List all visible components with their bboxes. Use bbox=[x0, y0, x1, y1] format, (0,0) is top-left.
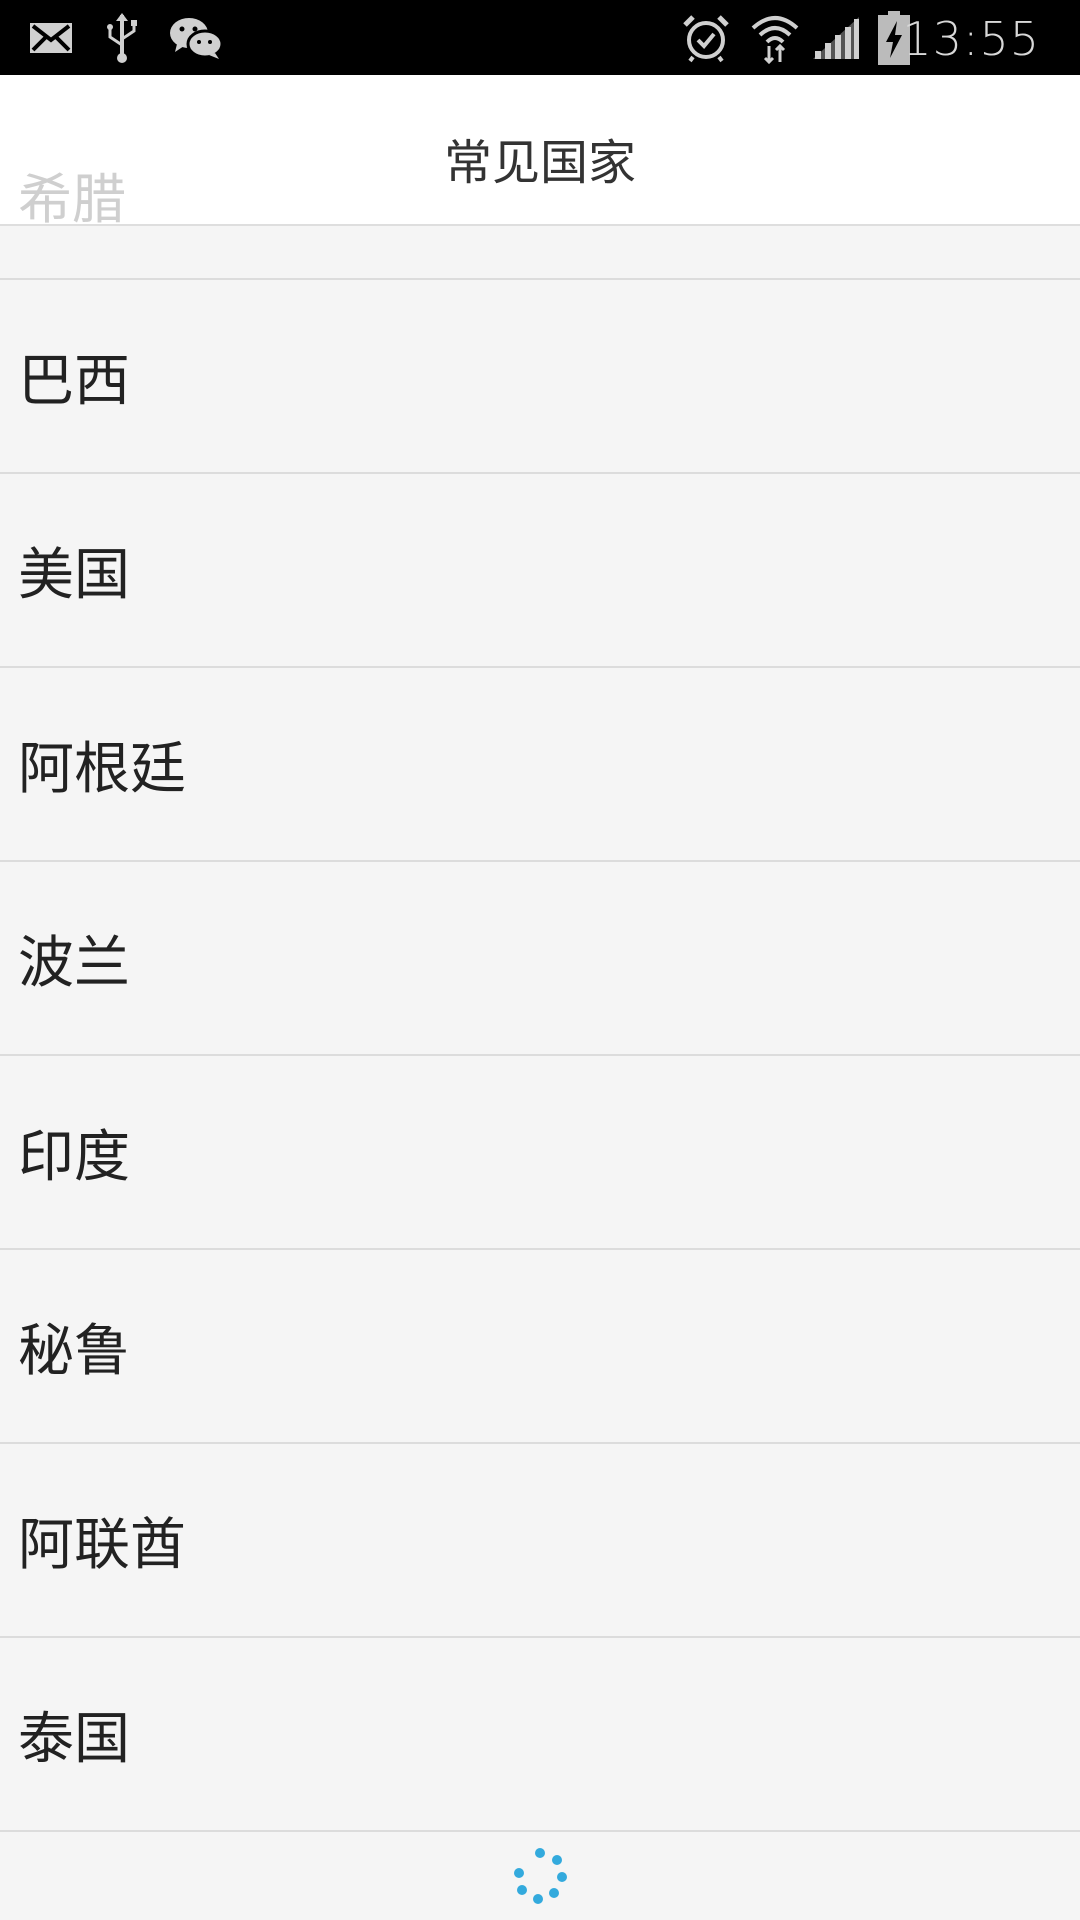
list-item-label: 波兰 bbox=[18, 930, 130, 996]
usb-icon bbox=[104, 0, 140, 75]
list-item-thailand[interactable]: 泰国 bbox=[0, 1638, 1080, 1832]
alarm-icon bbox=[680, 0, 732, 75]
list-item-label: 阿根廷 bbox=[18, 736, 186, 802]
list-spacer bbox=[0, 226, 1080, 280]
list-item-poland[interactable]: 波兰 bbox=[0, 862, 1080, 1056]
list-item-label: 印度 bbox=[18, 1124, 130, 1190]
loading-spinner-icon bbox=[510, 1846, 570, 1906]
list-item-usa[interactable]: 美国 bbox=[0, 474, 1080, 668]
list-item-peru[interactable]: 秘鲁 bbox=[0, 1250, 1080, 1444]
list-item-label: 巴西 bbox=[18, 348, 130, 414]
list-item-label: 泰国 bbox=[18, 1706, 130, 1772]
list-item-india[interactable]: 印度 bbox=[0, 1056, 1080, 1250]
footer-loading bbox=[0, 1832, 1080, 1920]
list-item-label: 美国 bbox=[18, 542, 130, 608]
faded-country-label: 希腊 bbox=[18, 168, 126, 231]
country-list: 巴西 美国 阿根廷 波兰 印度 秘鲁 阿联酋 泰国 bbox=[0, 226, 1080, 1832]
list-item-label: 秘鲁 bbox=[18, 1318, 130, 1384]
mail-icon bbox=[28, 0, 74, 75]
status-time: 13:55 bbox=[902, 12, 1040, 66]
list-item-uae[interactable]: 阿联酋 bbox=[0, 1444, 1080, 1638]
wifi-icon bbox=[748, 0, 802, 75]
list-item-brazil[interactable]: 巴西 bbox=[0, 280, 1080, 474]
header: 常见国家 希腊 bbox=[0, 75, 1080, 231]
status-bar: 13:55 bbox=[0, 0, 1080, 75]
wechat-icon bbox=[168, 0, 224, 75]
page-title: 常见国家 bbox=[443, 135, 636, 191]
signal-icon bbox=[810, 0, 862, 75]
list-item-label: 阿联酋 bbox=[18, 1512, 186, 1578]
list-item-argentina[interactable]: 阿根廷 bbox=[0, 668, 1080, 862]
